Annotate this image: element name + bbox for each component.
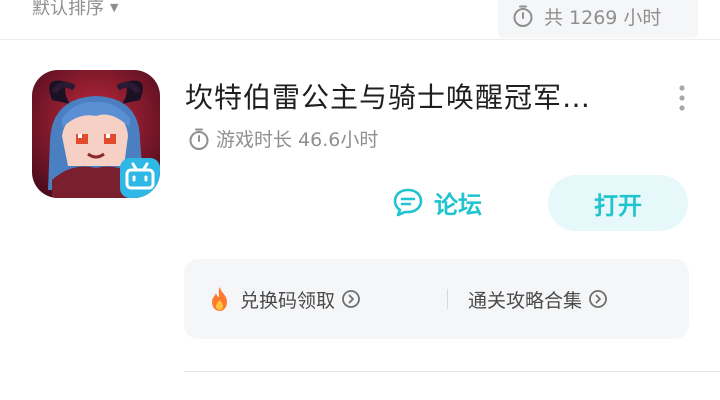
top-bar: 默认排序 ▼ 共 1269 小时	[0, 0, 720, 40]
walkthrough-collection-link[interactable]: 通关攻略合集	[468, 259, 608, 339]
sort-dropdown[interactable]: 默认排序 ▼	[32, 0, 118, 20]
chat-bubble-icon	[392, 186, 424, 218]
more-options-icon[interactable]	[676, 84, 688, 112]
stopwatch-icon	[512, 4, 534, 28]
redeem-code-link[interactable]: 兑换码领取	[208, 259, 361, 339]
playtime-info: 游戏时长 46.6小时	[188, 125, 378, 152]
total-playtime-badge: 共 1269 小时	[498, 0, 698, 38]
open-button[interactable]: 打开	[548, 175, 688, 231]
quick-links-card: 兑换码领取 通关攻略合集	[184, 259, 689, 339]
chevron-right-circle-icon	[341, 289, 361, 309]
fire-icon	[208, 286, 232, 312]
forum-label: 论坛	[434, 190, 482, 219]
divider	[447, 289, 448, 309]
divider	[184, 371, 720, 372]
divider	[0, 39, 720, 40]
sort-label: 默认排序	[32, 0, 104, 19]
app-icon[interactable]	[32, 70, 160, 198]
total-playtime-text: 共 1269 小时	[544, 6, 662, 29]
redeem-code-label: 兑换码领取	[240, 289, 336, 312]
bilibili-tv-icon	[120, 158, 160, 198]
playtime-text: 游戏时长 46.6小时	[216, 129, 379, 151]
app-title[interactable]: 坎特伯雷公主与骑士唤醒冠军…	[185, 76, 591, 116]
walkthrough-collection-label: 通关攻略合集	[468, 289, 583, 312]
forum-button[interactable]: 论坛	[392, 182, 482, 222]
caret-down-icon: ▼	[110, 0, 119, 14]
chevron-right-circle-icon	[588, 289, 608, 309]
stopwatch-icon	[188, 127, 210, 151]
